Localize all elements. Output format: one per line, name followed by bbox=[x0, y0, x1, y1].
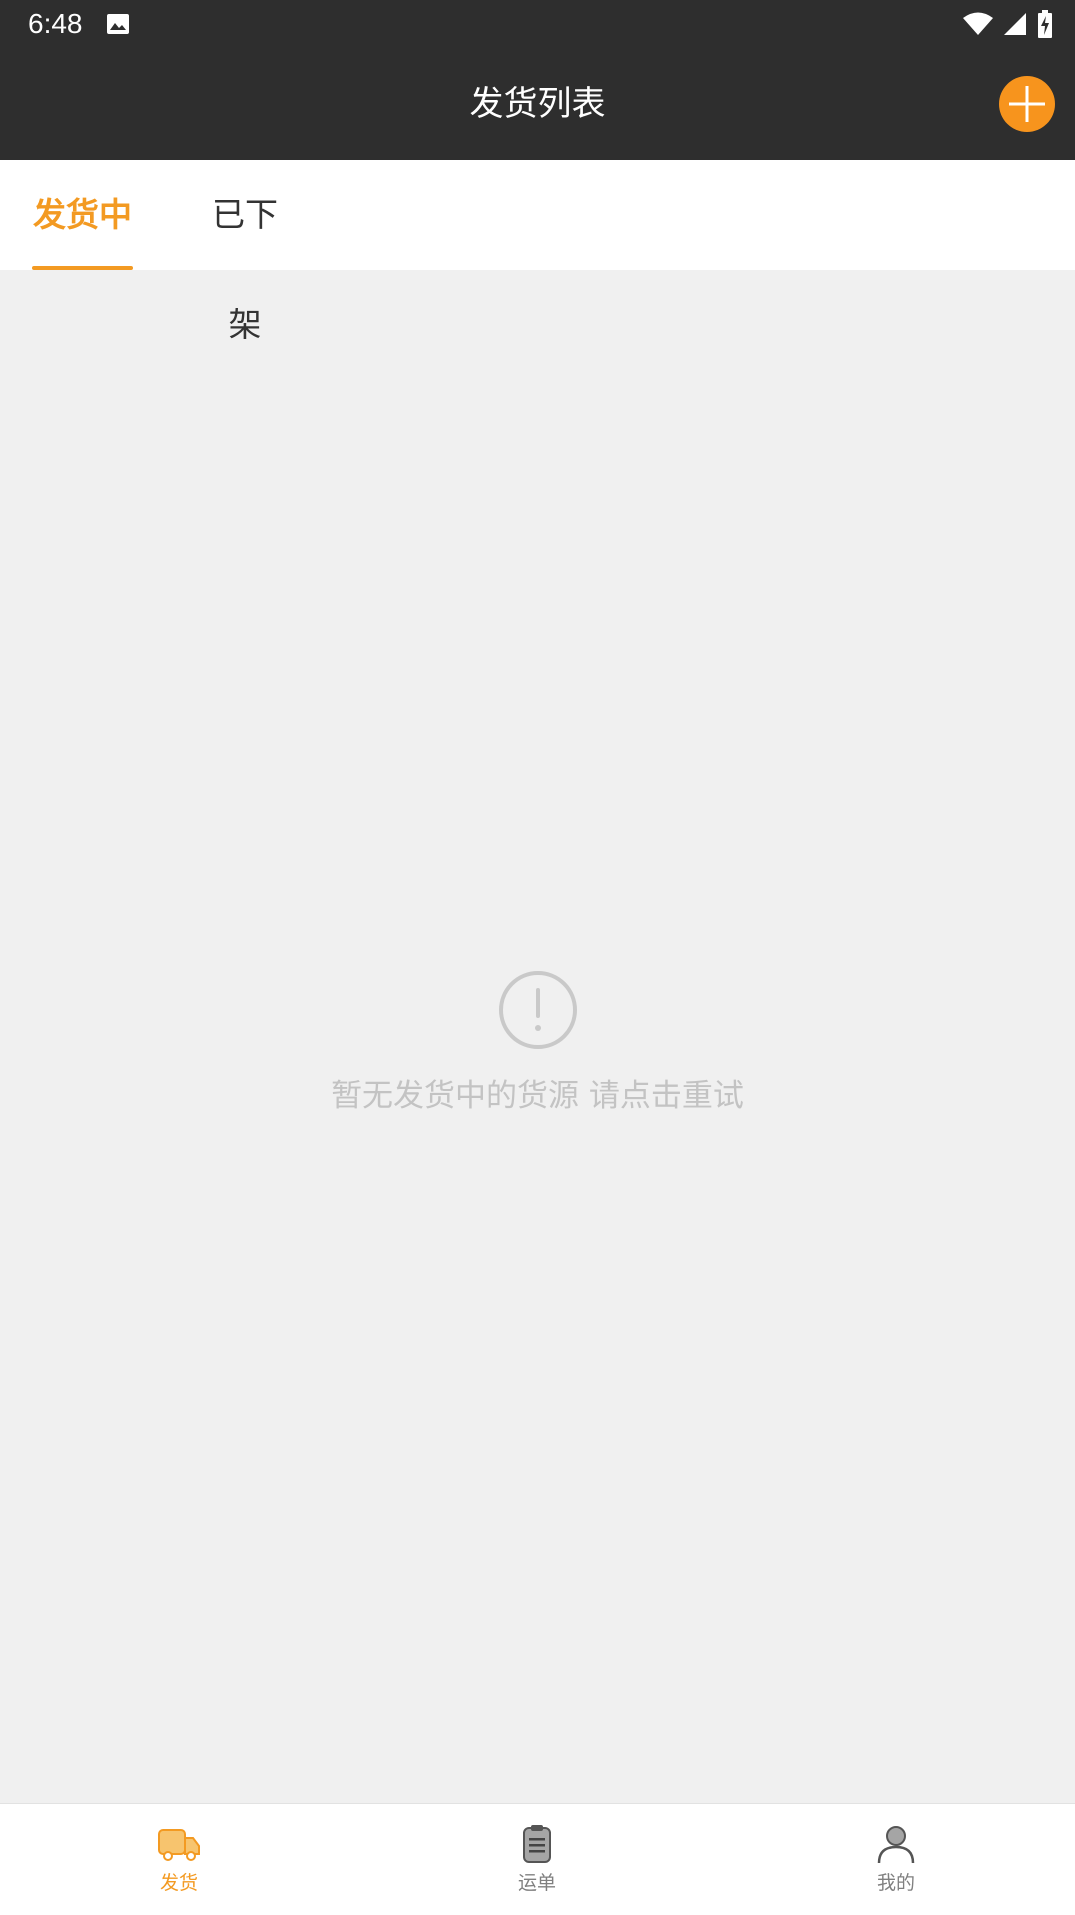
nav-item-mine[interactable]: 我的 bbox=[796, 1804, 996, 1915]
status-icons bbox=[963, 10, 1053, 38]
nav-label-mine: 我的 bbox=[876, 1872, 915, 1894]
bottom-nav: 发货 运单 我的 bbox=[0, 1803, 1075, 1915]
empty-message: 暂无发货中的货源 请点击重试 bbox=[331, 1078, 744, 1114]
wifi-icon bbox=[963, 12, 993, 35]
truck-icon bbox=[158, 1829, 200, 1861]
nav-label-waybill: 运单 bbox=[517, 1872, 556, 1894]
tab-indicator bbox=[32, 266, 133, 270]
nav-label-ship: 发货 bbox=[159, 1872, 198, 1894]
person-icon bbox=[877, 1826, 915, 1864]
tab-bar: 发货中 已下架 bbox=[0, 160, 1075, 344]
status-time: 6:48 bbox=[28, 8, 83, 39]
clipboard-icon bbox=[523, 1825, 551, 1863]
battery-icon bbox=[1038, 10, 1052, 38]
plus-icon bbox=[1009, 86, 1045, 122]
screen: 6:48 发货列表 发货中 已下架 暂无发货中的货源 请点击重试 发货 运单 我… bbox=[0, 0, 1075, 1915]
app-bar: 发货列表 bbox=[0, 48, 1075, 160]
add-shipment-button[interactable] bbox=[999, 76, 1055, 132]
nav-item-ship[interactable]: 发货 bbox=[79, 1804, 279, 1915]
empty-state-retry[interactable]: 暂无发货中的货源 请点击重试 bbox=[0, 970, 1075, 1116]
tab-delisted[interactable]: 已下架 bbox=[197, 160, 293, 344]
exclamation-circle-icon bbox=[498, 971, 577, 1049]
tab-shipping[interactable]: 发货中 bbox=[32, 160, 133, 270]
signal-icon bbox=[1004, 13, 1026, 35]
nav-item-waybill[interactable]: 运单 bbox=[437, 1804, 637, 1915]
page-title: 发货列表 bbox=[469, 84, 606, 124]
image-notification-icon bbox=[107, 14, 129, 34]
status-bar: 6:48 bbox=[0, 0, 1075, 48]
